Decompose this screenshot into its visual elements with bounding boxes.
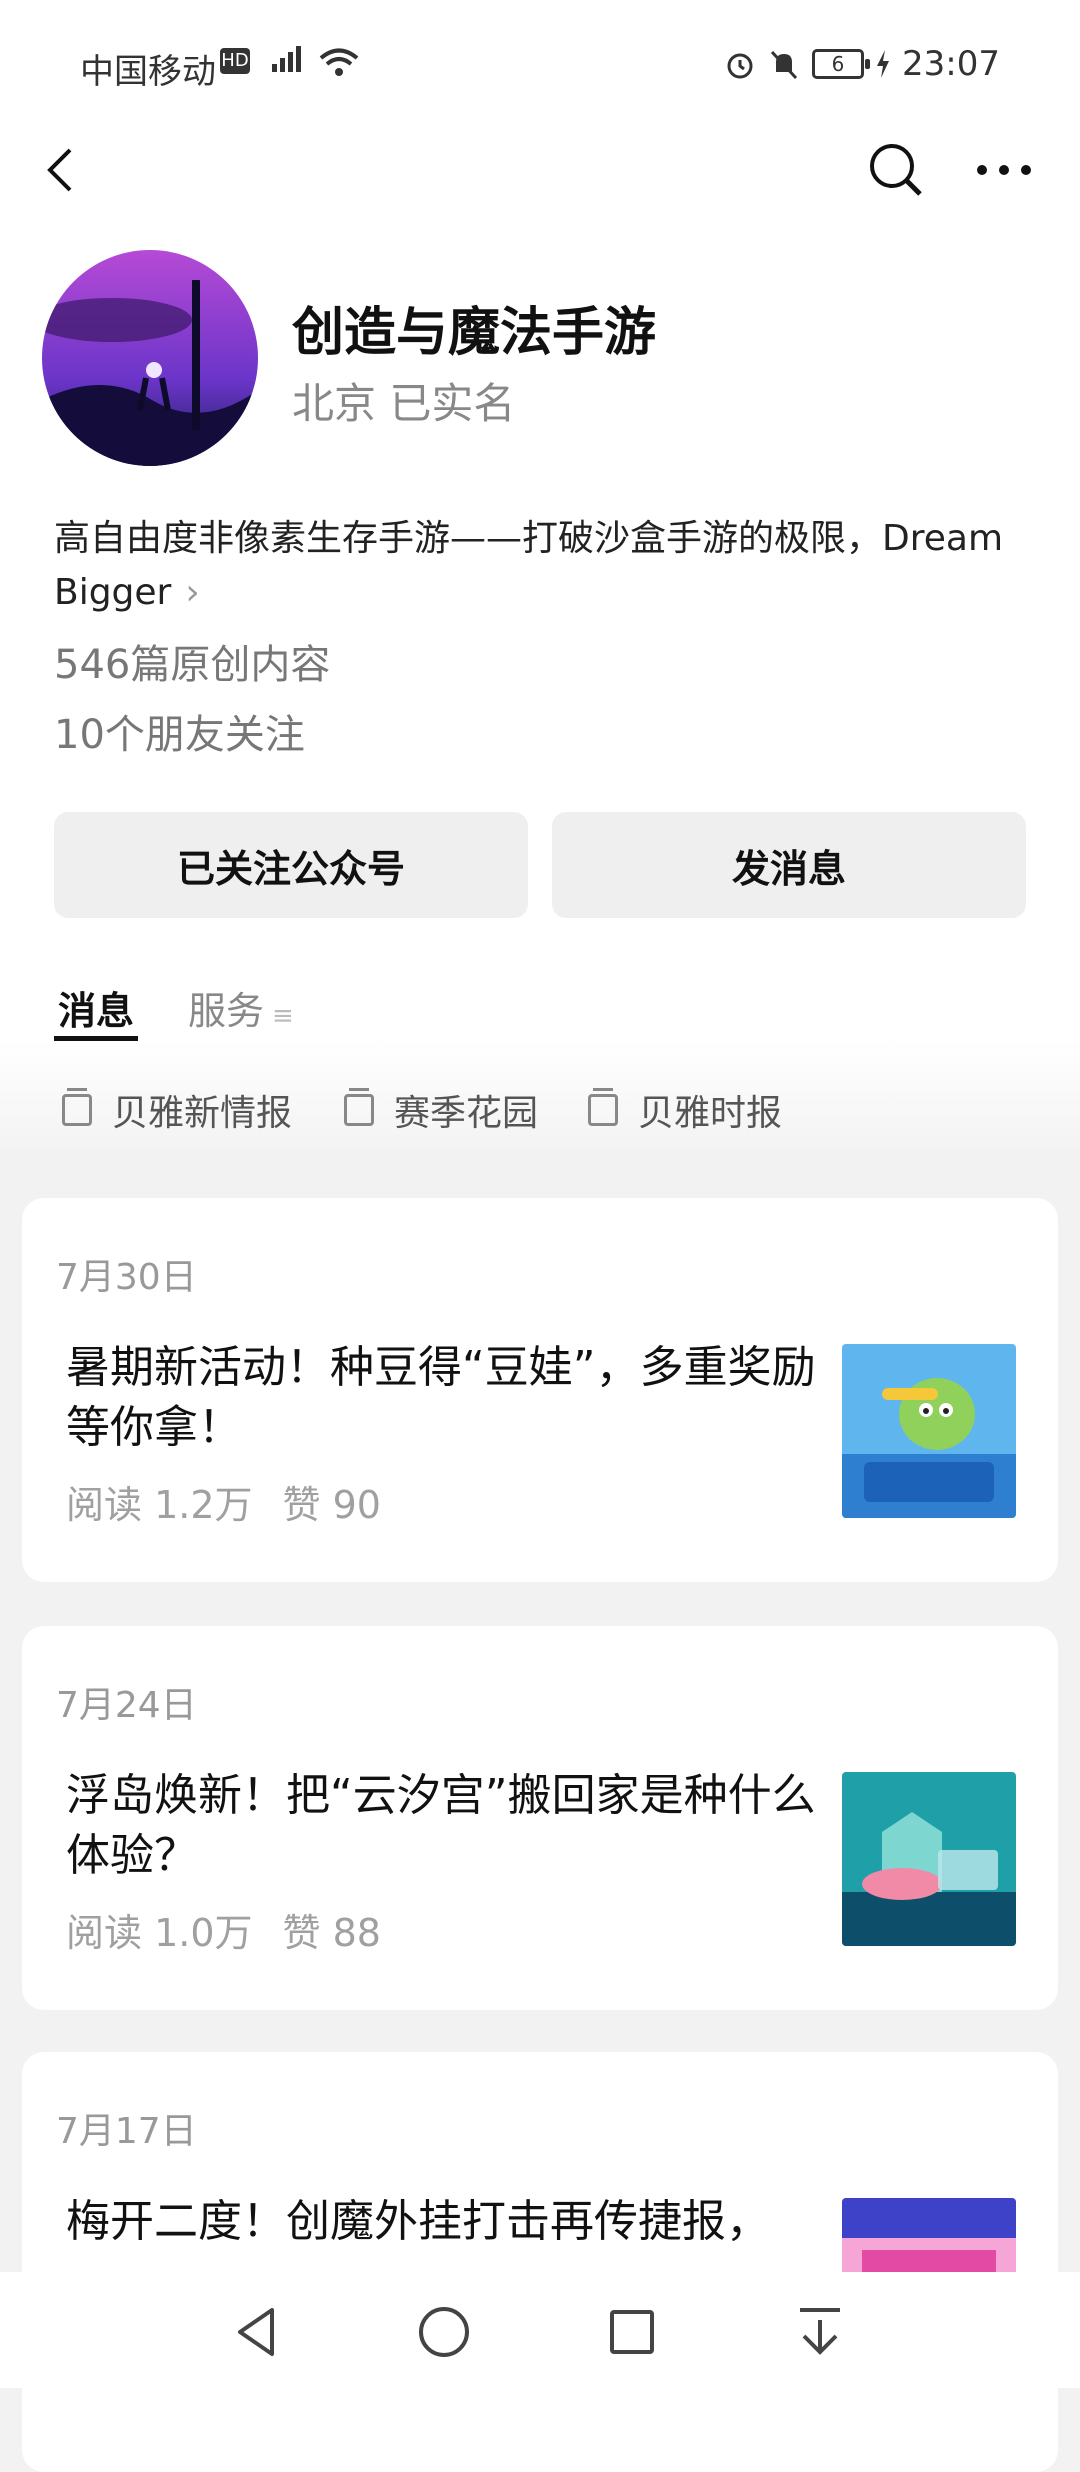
signal-icon <box>272 46 301 72</box>
battery-indicator: 6 <box>812 49 871 79</box>
collection-icon <box>62 1088 92 1126</box>
collection-label: 贝雅新情报 <box>112 1093 293 1134</box>
collection-icon <box>344 1088 374 1126</box>
account-description[interactable]: 高自由度非像素生存手游——打破沙盒手游的极限，Dream Bigger › <box>54 512 1034 620</box>
read-count: 阅读 1.2万 <box>66 1483 253 1527</box>
article-card[interactable]: 7月17日 梅开二度！创魔外挂打击再传捷报， <box>22 2052 1058 2472</box>
like-count: 赞 90 <box>282 1483 381 1527</box>
article-date: 7月24日 <box>56 1685 197 1726</box>
follow-button[interactable]: 已关注公众号 <box>54 812 528 918</box>
article-date: 7月17日 <box>56 2111 197 2152</box>
tab-services-label: 服务 <box>188 989 265 1033</box>
nav-back-icon[interactable] <box>228 2302 288 2362</box>
account-location-verified: 北京 已实名 <box>292 379 516 428</box>
collection-label: 赛季花园 <box>394 1093 539 1134</box>
clock: 23:07 <box>902 44 1000 84</box>
top-nav <box>0 130 1080 240</box>
avatar[interactable] <box>42 250 258 466</box>
mute-bell-icon <box>770 50 798 80</box>
tab-messages[interactable]: 消息 <box>53 980 139 1041</box>
wifi-icon <box>319 48 359 76</box>
collection-item[interactable]: 赛季花园 <box>344 1084 538 1136</box>
collection-label: 贝雅时报 <box>638 1093 783 1134</box>
article-metrics: 阅读 1.0万赞 88 <box>66 1902 381 1957</box>
article-title: 梅开二度！创魔外挂打击再传捷报， <box>66 2196 770 2247</box>
search-icon[interactable] <box>864 138 928 202</box>
article-metrics: 阅读 1.2万赞 90 <box>66 1474 381 1529</box>
article-card[interactable]: 7月24日 浮岛焕新！把“云汐宫”搬回家是种什么体验？ 阅读 1.0万赞 88 <box>22 1626 1058 2010</box>
friends-following[interactable]: 10个朋友关注 <box>54 702 305 760</box>
collection-item[interactable]: 贝雅新情报 <box>62 1084 292 1136</box>
back-icon[interactable] <box>36 142 92 198</box>
collection-item[interactable]: 贝雅时报 <box>588 1084 782 1136</box>
alarm-icon <box>727 53 753 79</box>
account-name: 创造与魔法手游 <box>292 303 657 363</box>
article-date: 7月30日 <box>56 1257 197 1298</box>
status-bar: 中国移动 HD 6 23:07 <box>0 0 1080 130</box>
carrier-name: 中国移动 <box>80 52 216 92</box>
menu-lines-icon: ≡ <box>272 1001 294 1031</box>
article-card[interactable]: 7月30日 暑期新活动！种豆得“豆娃”，多重奖励等你拿！ 阅读 1.2万赞 90 <box>22 1198 1058 1582</box>
like-count: 赞 88 <box>282 1911 381 1955</box>
collection-icon <box>588 1088 618 1126</box>
read-count: 阅读 1.0万 <box>66 1911 253 1955</box>
charging-icon <box>877 50 890 78</box>
message-button[interactable]: 发消息 <box>552 812 1026 918</box>
article-thumbnail <box>842 1344 1016 1518</box>
nav-download-icon[interactable] <box>790 2302 850 2362</box>
hd-badge: HD <box>220 48 250 74</box>
nav-recents-icon[interactable] <box>602 2302 662 2362</box>
original-count: 546篇原创内容 <box>54 642 331 688</box>
chevron-right-icon: › <box>185 572 200 613</box>
more-icon[interactable] <box>972 142 1036 198</box>
article-title: 浮岛焕新！把“云汐宫”搬回家是种什么体验？ <box>66 1770 816 1881</box>
nav-home-icon[interactable] <box>414 2302 474 2362</box>
tab-services[interactable]: 服务 ≡ <box>188 980 294 1035</box>
article-title: 暑期新活动！种豆得“豆娃”，多重奖励等你拿！ <box>66 1342 816 1453</box>
system-navigation-bar <box>0 2272 1080 2388</box>
article-thumbnail <box>842 1772 1016 1946</box>
